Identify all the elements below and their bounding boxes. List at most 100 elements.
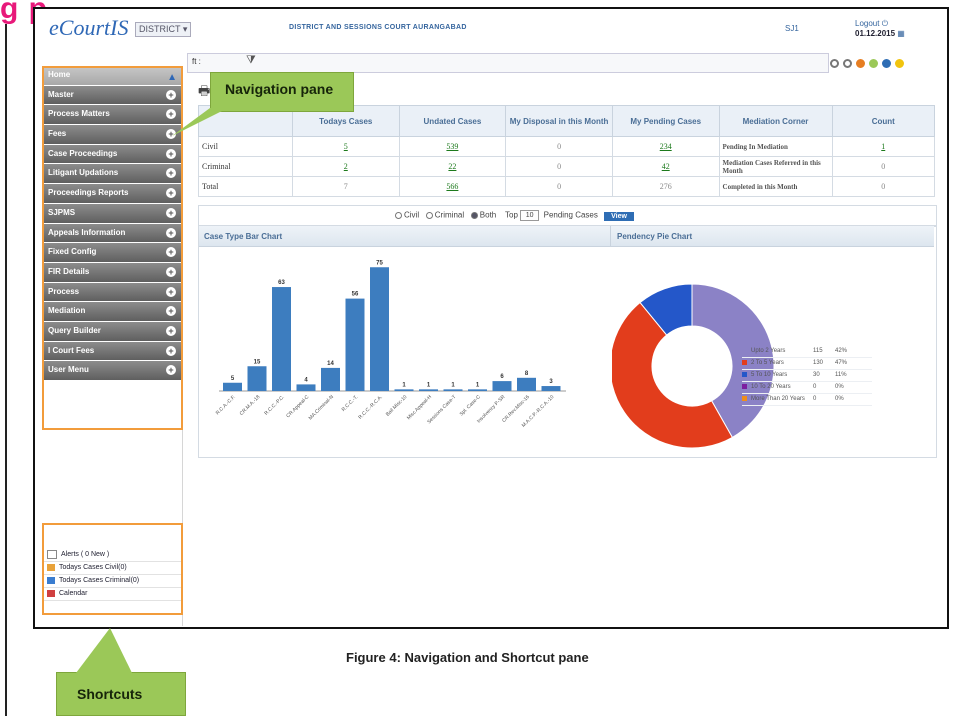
bar-chart-title: Case Type Bar Chart — [199, 226, 611, 247]
breadcrumb: ft : — [192, 57, 201, 66]
table-row: Criminal 2 22 0 42 Mediation Cases Referred i… — [198, 156, 936, 177]
legend-count: 0 — [813, 396, 817, 402]
pending-cases-label: Pending Cases — [543, 210, 598, 220]
mediation-count-cell[interactable]: 1 — [831, 136, 936, 157]
mediation-count-cell: 0 — [831, 156, 936, 177]
bar-cr-rev-misc-16[interactable] — [517, 377, 536, 391]
shortcuts-callout: Shortcuts — [56, 672, 186, 716]
bar-m-a-c-p-r-c-a-10[interactable] — [541, 386, 561, 391]
bar-category-label: CR.Appeal-C — [285, 394, 310, 419]
disposal-cell: 0 — [505, 136, 613, 157]
legend-swatch — [742, 347, 747, 353]
mediation-label-cell: Pending In Mediation — [718, 136, 833, 157]
theme-dot-4[interactable] — [882, 59, 891, 68]
bar-value-label: 1 — [476, 382, 480, 388]
civil-radio-label: Civil — [404, 210, 420, 220]
breadcrumb-bar: ft : ⧩ — [187, 53, 829, 73]
legend-count: 30 — [813, 372, 820, 378]
table-header: My Disposal in this Month — [505, 105, 613, 137]
top-count-input[interactable]: 10 — [520, 210, 540, 221]
disposal-cell: 0 — [505, 176, 613, 197]
legend-label: 5 To 10 Years — [751, 372, 788, 378]
bar-sessions-case-t[interactable] — [443, 389, 463, 391]
bar-value-label: 15 — [254, 359, 261, 365]
ecourtis-logo: eCourtIS — [49, 15, 129, 40]
theme-dot-0[interactable] — [830, 59, 839, 68]
bar-value-label: 1 — [451, 382, 455, 388]
legend-count: 130 — [813, 360, 824, 366]
legend-row: Upto 2 Years 115 42% — [742, 346, 872, 358]
legend-count: 0 — [813, 384, 817, 390]
bar-insolvency-p-sr[interactable] — [492, 381, 512, 391]
disposal-cell: 0 — [505, 156, 613, 177]
todays-cases-cell: 7 — [291, 176, 400, 197]
printer-icon[interactable]: 🖶 — [198, 82, 210, 104]
case-summary-table: Todays Cases Undated Cases My Disposal i… — [198, 105, 936, 197]
undated-cases-cell[interactable]: 566 — [398, 176, 507, 197]
legend-swatch — [742, 371, 747, 377]
pending-cases-cell[interactable]: 42 — [611, 156, 720, 177]
view-button[interactable]: View — [604, 211, 634, 221]
table-row: Civil 5 539 0 234 Pending In Mediation 1 — [198, 136, 936, 157]
chart-filter-options: Civil Criminal Both Top 10 Pending Cases… — [395, 210, 634, 221]
theme-dot-2[interactable] — [856, 59, 865, 68]
bar-category-label: R.C.C.-P.C. — [263, 394, 285, 416]
table-header: Mediation Corner — [718, 105, 833, 137]
bar-value-label: 4 — [304, 377, 308, 383]
criminal-radio[interactable] — [425, 212, 433, 219]
bar-r-c-a-c-f-[interactable] — [223, 382, 242, 391]
todays-cases-cell[interactable]: 5 — [291, 136, 400, 157]
bar-ma-criminal-n[interactable] — [321, 367, 340, 391]
power-icon[interactable]: ⏻ — [882, 19, 888, 28]
undated-cases-cell[interactable]: 22 — [398, 156, 507, 177]
todays-cases-cell[interactable]: 2 — [291, 156, 400, 177]
legend-label: 2 To 5 Years — [751, 360, 784, 366]
current-date: 01.12.2015 — [855, 29, 896, 38]
logout-link[interactable]: Logout — [855, 19, 879, 28]
bar-r-c-c-r-c-a-[interactable] — [370, 267, 389, 391]
district-select[interactable]: DISTRICT ▾ — [135, 22, 192, 37]
theme-dot-3[interactable] — [869, 59, 878, 68]
legend-label: 10 To 20 Years — [751, 384, 791, 390]
screenshot-frame: eCourtIS DISTRICT ▾ DISTRICT AND SESSION… — [33, 7, 949, 629]
theme-dot-5[interactable] — [895, 59, 904, 68]
chevron-down-icon: ▾ — [182, 24, 188, 34]
mediation-label-cell: Mediation Cases Referred in this Month — [718, 156, 833, 177]
theme-dot-1[interactable] — [843, 59, 852, 68]
bar-category-label: Spl. Case-C — [459, 394, 483, 418]
bar-cr-m-a-18[interactable] — [247, 366, 267, 391]
bar-category-label: R.C.A.-C.F. — [215, 394, 237, 416]
bar-spl-case-c[interactable] — [468, 389, 487, 391]
legend-row: 10 To 20 Years 0 0% — [742, 382, 872, 394]
bar-misc-appeal-h[interactable] — [419, 389, 438, 391]
chart-filter-row: Civil Criminal Both Top 10 Pending Cases… — [198, 205, 937, 227]
undated-cases-cell[interactable]: 539 — [398, 136, 507, 157]
legend-percent: 47% — [835, 360, 848, 366]
both-radio[interactable] — [470, 212, 478, 219]
calendar-icon[interactable]: ▦ — [897, 29, 905, 38]
pending-cases-cell[interactable]: 234 — [611, 136, 720, 157]
bar-cr-appeal-c[interactable] — [296, 384, 316, 391]
mediation-count-cell: 0 — [831, 176, 936, 197]
shortcut-pane-highlight — [42, 523, 183, 615]
bar-value-label: 1 — [402, 382, 406, 388]
bar-r-c-c-t-[interactable] — [345, 298, 365, 391]
funnel-icon[interactable]: ⧩ — [246, 54, 256, 67]
legend-count: 115 — [813, 348, 823, 354]
legend-percent: 11% — [835, 372, 847, 378]
theme-switcher — [830, 55, 908, 73]
bar-r-c-c-p-c-[interactable] — [272, 287, 291, 391]
logout-block: Logout ⏻ 01.12.2015 ▦ — [855, 19, 905, 39]
bar-value-label: 63 — [278, 280, 285, 286]
bar-category-label: Bail Misc-10 — [385, 394, 409, 418]
bar-value-label: 1 — [427, 382, 431, 388]
case-type-bar-chart: 5R.C.A.-C.F.15CR.M.A.-1863R.C.C.-P.C.4CR… — [215, 260, 566, 429]
user-code: SJ1 — [785, 24, 799, 33]
bar-bail-misc-10[interactable] — [394, 389, 414, 391]
table-row: Total 7 566 0 276 Completed in this Month 0 — [198, 176, 936, 197]
civil-radio[interactable] — [395, 212, 402, 219]
legend-label: More Than 20 Years — [751, 396, 805, 402]
court-title: DISTRICT AND SESSIONS COURT AURANGABAD — [289, 24, 467, 31]
criminal-radio-label: Criminal — [434, 210, 465, 220]
pie-legend: Upto 2 Years 115 42% 2 To 5 Years 130 47% 5 To… — [742, 346, 872, 406]
